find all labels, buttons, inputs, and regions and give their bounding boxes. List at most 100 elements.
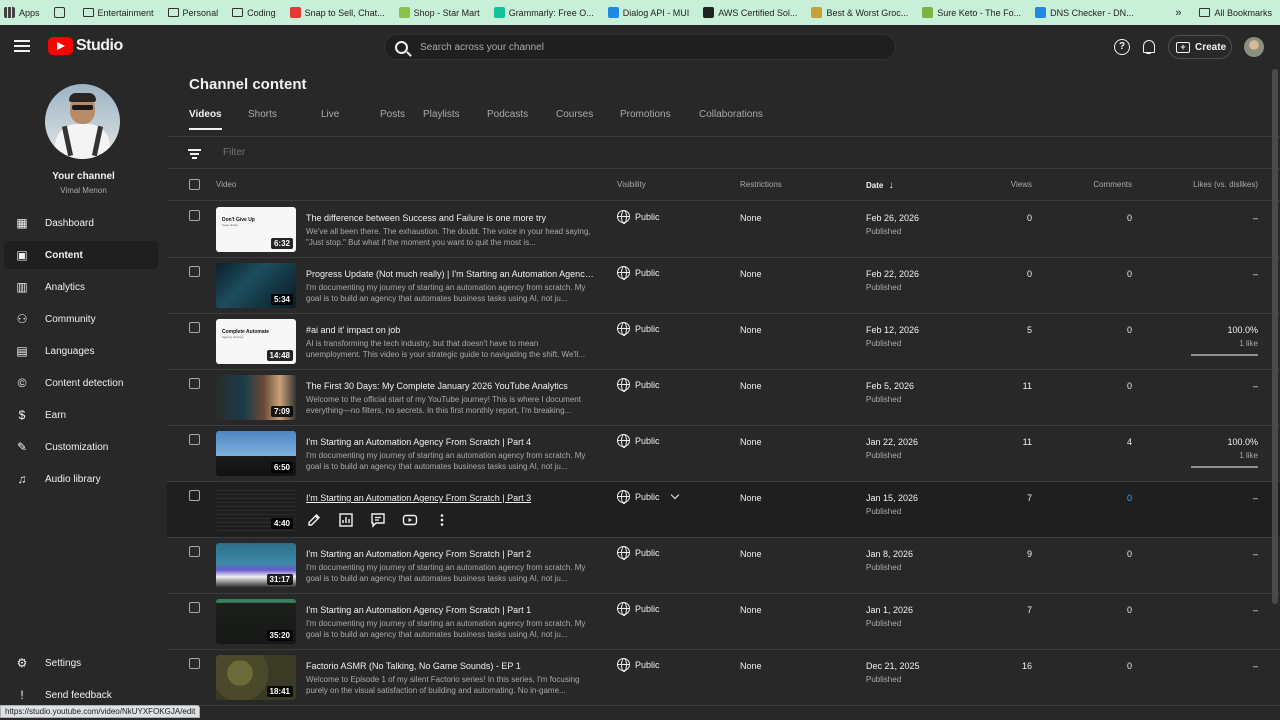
col-views[interactable]: Views <box>1011 180 1032 189</box>
tab-shorts[interactable]: Shorts <box>248 109 321 137</box>
bookmark-item[interactable]: Snap to Sell, Chat... <box>289 7 385 18</box>
create-button[interactable]: + Create <box>1168 35 1232 59</box>
row-checkbox[interactable] <box>189 490 200 501</box>
bookmark-item[interactable]: Sure Keto - The Fo... <box>922 7 1021 18</box>
comments-cell[interactable]: 0 <box>1127 493 1132 503</box>
table-row[interactable]: 4:40 I'm Starting an Automation Agency Fr… <box>167 482 1280 538</box>
video-thumbnail[interactable]: 35:20 <box>216 599 296 644</box>
sidebar-item-earn[interactable]: $ Earn <box>4 401 158 429</box>
account-avatar[interactable] <box>1244 37 1264 57</box>
table-row[interactable]: 7:09 The First 30 Days: My Complete Janua… <box>167 370 1280 426</box>
views-cell: 11 <box>1022 437 1032 447</box>
help-icon[interactable]: ? <box>1114 39 1130 55</box>
bookmark-item[interactable]: Personal <box>167 8 218 18</box>
row-checkbox[interactable] <box>189 658 200 669</box>
sidebar-item-content-detection[interactable]: © Content detection <box>4 369 158 397</box>
row-checkbox[interactable] <box>189 546 200 557</box>
video-title[interactable]: The First 30 Days: My Complete January 2… <box>306 381 596 391</box>
edit-icon[interactable] <box>306 512 322 528</box>
comments-icon[interactable] <box>370 512 386 528</box>
tab-collaborations[interactable]: Collaborations <box>699 109 789 137</box>
col-visibility[interactable]: Visibility <box>617 180 646 189</box>
bookmarks-overflow-button[interactable]: » <box>1175 7 1181 19</box>
bookmark-item[interactable]: Coding <box>232 8 276 18</box>
row-checkbox[interactable] <box>189 602 200 613</box>
select-all-checkbox[interactable] <box>189 179 200 190</box>
video-thumbnail[interactable]: 18:41 <box>216 655 296 700</box>
apps-shortcut[interactable]: Apps <box>4 7 40 18</box>
video-title[interactable]: #ai and it' impact on job <box>306 325 596 335</box>
video-title[interactable]: I'm Starting an Automation Agency From S… <box>306 549 596 559</box>
video-title[interactable]: I'm Starting an Automation Agency From S… <box>306 493 596 503</box>
studio-logo[interactable]: Studio <box>48 37 123 55</box>
all-bookmarks-button[interactable]: All Bookmarks <box>1199 8 1272 18</box>
filter-input[interactable]: Filter <box>223 147 245 158</box>
video-title[interactable]: I'm Starting an Automation Agency From S… <box>306 437 596 447</box>
visibility-cell[interactable]: Public <box>617 490 679 504</box>
chevron-down-icon[interactable] <box>670 490 679 500</box>
sidebar-item-analytics[interactable]: ▥ Analytics <box>4 273 158 301</box>
table-row[interactable]: Don't Give Up Keep Going 6:32 The differenc… <box>167 202 1280 258</box>
tab-live[interactable]: Live <box>321 109 380 137</box>
tab-posts[interactable]: Posts <box>380 109 423 137</box>
video-thumbnail[interactable]: 5:34 <box>216 263 296 308</box>
table-row[interactable]: 18:41 Factorio ASMR (No Talking, No Game … <box>167 650 1280 706</box>
sidebar-item-audio-library[interactable]: ♫ Audio library <box>4 465 158 493</box>
menu-icon[interactable] <box>14 40 30 52</box>
filter-icon[interactable] <box>188 149 201 159</box>
video-thumbnail[interactable]: 4:40 <box>216 487 296 532</box>
tab-promotions[interactable]: Promotions <box>620 109 699 137</box>
video-thumbnail[interactable]: Don't Give Up Keep Going 6:32 <box>216 207 296 252</box>
col-restrictions[interactable]: Restrictions <box>740 180 782 189</box>
search-input[interactable]: Search across your channel <box>384 34 896 60</box>
col-date[interactable]: Date ↓ <box>866 180 894 191</box>
youtube-icon[interactable] <box>402 512 418 528</box>
row-checkbox[interactable] <box>189 210 200 221</box>
bookmark-item[interactable]: Grammarly: Free O... <box>493 7 594 18</box>
bookmark-item[interactable]: DNS Checker - DN... <box>1035 7 1134 18</box>
table-row[interactable]: 35:20 I'm Starting an Automation Agency F… <box>167 594 1280 650</box>
table-row[interactable]: 5:34 Progress Update (Not much really) | … <box>167 258 1280 314</box>
sidebar-item-customization[interactable]: ✎ Customization <box>4 433 158 461</box>
row-checkbox[interactable] <box>189 434 200 445</box>
video-title[interactable]: Factorio ASMR (No Talking, No Game Sound… <box>306 661 596 671</box>
globe-icon <box>617 490 630 504</box>
search-icon <box>395 40 408 54</box>
notifications-icon[interactable] <box>1141 39 1157 55</box>
bookmark-item[interactable]: Dialog API - MUI <box>607 7 689 18</box>
video-title[interactable]: I'm Starting an Automation Agency From S… <box>306 605 596 615</box>
tab-groups[interactable] <box>53 7 69 18</box>
tab-courses[interactable]: Courses <box>556 109 620 137</box>
bookmark-item[interactable]: AWS Certified Sol... <box>703 7 797 18</box>
video-thumbnail[interactable]: 31:17 <box>216 543 296 588</box>
scrollbar[interactable] <box>1272 69 1278 604</box>
row-checkbox[interactable] <box>189 378 200 389</box>
tab-playlists[interactable]: Playlists <box>423 109 487 137</box>
video-title[interactable]: The difference between Success and Failu… <box>306 213 596 223</box>
tab-videos[interactable]: Videos <box>189 109 248 137</box>
col-comments[interactable]: Comments <box>1093 180 1132 189</box>
video-thumbnail[interactable]: Complete Automate Agency Journey 14:48 <box>216 319 296 364</box>
video-thumbnail[interactable]: 6:50 <box>216 431 296 476</box>
more-icon[interactable] <box>434 512 450 528</box>
channel-avatar[interactable] <box>45 84 120 159</box>
row-checkbox[interactable] <box>189 266 200 277</box>
sidebar-item-languages[interactable]: ▤ Languages <box>4 337 158 365</box>
sidebar-item-settings[interactable]: ⚙ Settings <box>4 649 158 677</box>
video-title[interactable]: Progress Update (Not much really) | I'm … <box>306 269 596 279</box>
video-thumbnail[interactable]: 7:09 <box>216 375 296 420</box>
row-checkbox[interactable] <box>189 322 200 333</box>
analytics-icon[interactable] <box>338 512 354 528</box>
bookmark-item[interactable]: Entertainment <box>82 8 154 18</box>
table-row[interactable]: 6:50 I'm Starting an Automation Agency Fr… <box>167 426 1280 482</box>
tab-podcasts[interactable]: Podcasts <box>487 109 556 137</box>
bookmark-item[interactable]: Best & Worst Groc... <box>811 7 908 18</box>
sidebar-item-community[interactable]: ⚇ Community <box>4 305 158 333</box>
bookmark-item[interactable]: Shop - Star Mart <box>398 7 480 18</box>
filter-bar[interactable]: Filter <box>167 137 1280 169</box>
table-row[interactable]: 31:17 I'm Starting an Automation Agency F… <box>167 538 1280 594</box>
sidebar-item-dashboard[interactable]: ▦ Dashboard <box>4 209 158 237</box>
col-likes[interactable]: Likes (vs. dislikes) <box>1193 180 1258 189</box>
table-row[interactable]: Complete Automate Agency Journey 14:48 #ai … <box>167 314 1280 370</box>
sidebar-item-content[interactable]: ▣ Content <box>4 241 158 269</box>
